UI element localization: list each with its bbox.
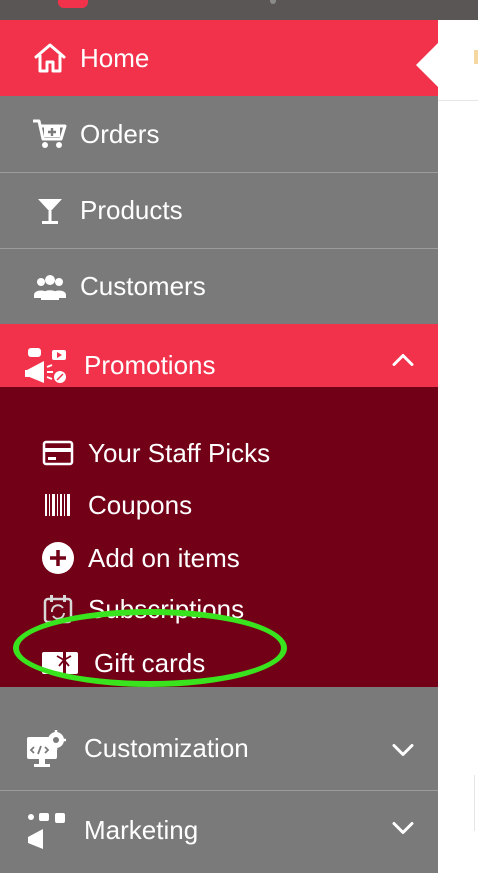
sidebar-item-label: Customization <box>84 733 249 763</box>
calendar-refresh-icon <box>40 593 76 625</box>
submenu-item-label: Your Staff Picks <box>88 437 271 468</box>
home-icon <box>32 40 68 76</box>
cocktail-glass-icon <box>32 193 68 229</box>
sidebar-item-marketing[interactable]: Marketing <box>0 790 438 873</box>
active-indicator <box>416 43 438 87</box>
submenu-item-add-on-items[interactable]: Add on items <box>40 542 240 574</box>
sidebar-item-customization[interactable]: Customization <box>0 707 438 790</box>
submenu-item-label: Add on items <box>88 542 240 573</box>
submenu-item-coupons[interactable]: Coupons <box>40 489 192 521</box>
submenu-item-staff-picks[interactable]: Your Staff Picks <box>40 437 270 469</box>
gift-card-icon <box>40 647 80 679</box>
barcode-icon <box>40 489 76 521</box>
submenu-item-label: Coupons <box>88 489 193 520</box>
sidebar-item-label: Customers <box>80 271 206 301</box>
chevron-down-icon <box>392 733 414 764</box>
sidebar-item-products[interactable]: Products <box>0 172 438 248</box>
chevron-down-icon <box>392 812 414 843</box>
sidebar-item-label: Home <box>80 42 150 73</box>
topbar-indicator <box>270 0 276 4</box>
users-icon <box>32 269 68 305</box>
top-bar <box>0 0 478 20</box>
customization-icon <box>24 729 68 769</box>
credit-card-icon <box>40 437 76 469</box>
plus-circle-icon <box>40 542 76 574</box>
sidebar-item-customers[interactable]: Customers <box>0 248 438 324</box>
submenu-item-label: Gift cards <box>94 647 206 678</box>
submenu-item-label: Subscriptions <box>88 593 245 624</box>
cart-add-icon <box>32 116 68 152</box>
logo <box>58 0 88 8</box>
sidebar-item-label: Promotions <box>84 350 216 380</box>
submenu-item-gift-cards[interactable]: Gift cards <box>40 647 205 679</box>
marketing-icon <box>24 811 68 851</box>
submenu-item-subscriptions[interactable]: Subscriptions <box>40 593 244 625</box>
content-divider <box>438 100 478 101</box>
sidebar-item-label: Orders <box>80 118 160 149</box>
sidebar-item-orders[interactable]: Orders <box>0 96 438 172</box>
content-divider <box>474 775 475 831</box>
main-content <box>438 20 478 831</box>
chevron-up-icon <box>392 342 414 373</box>
sidebar-item-label: Products <box>80 195 183 225</box>
promotions-icon <box>24 346 68 386</box>
sidebar-item-home[interactable]: Home <box>0 20 438 96</box>
promotions-submenu <box>0 387 438 687</box>
content-accent <box>474 50 478 64</box>
